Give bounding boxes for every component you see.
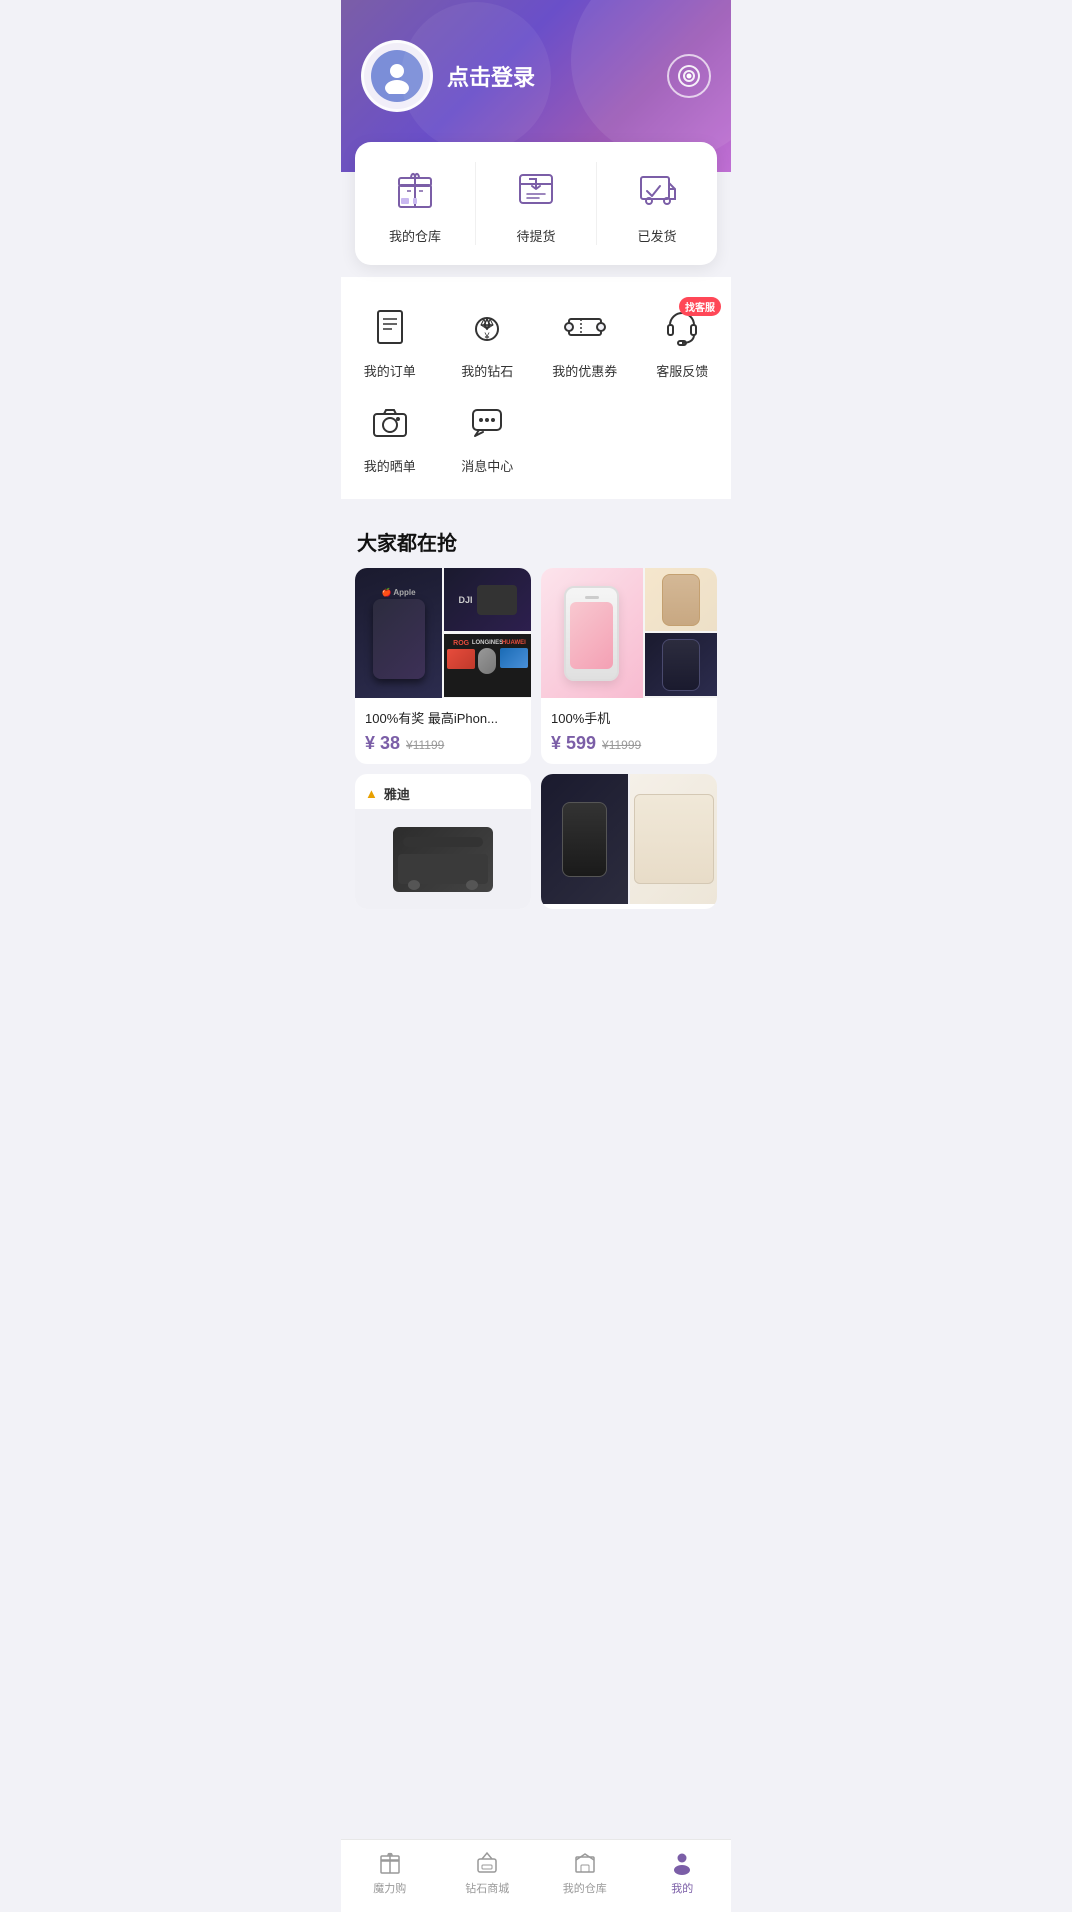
menu-orders-label: 我的订单 (364, 361, 416, 380)
product-grid: 🍎 Apple DJI ROG (341, 568, 731, 923)
menu-showoff-label: 我的晒单 (364, 456, 416, 475)
menu-section: 我的订单 ¥ 我的钻石 (341, 277, 731, 499)
product-1-sub-image-1: DJI (444, 568, 531, 631)
menu-showoff[interactable]: 我的晒单 (341, 396, 439, 475)
quick-warehouse-label: 我的仓库 (389, 226, 441, 245)
service-badge: 找客服 (679, 297, 721, 316)
yadi-brand-icon: ▲ (365, 786, 378, 801)
product-1-sub-image-2: ROG LONGINES HUAWEI (444, 634, 531, 697)
chat-icon (461, 396, 513, 448)
menu-coupon[interactable]: 我的优惠券 (536, 301, 634, 380)
quick-shipped-label: 已发货 (637, 226, 676, 245)
menu-orders[interactable]: 我的订单 (341, 301, 439, 380)
product-card-2[interactable]: 100%手机 ¥ 599 ¥11999 (541, 568, 717, 764)
product-card-yadi[interactable]: ▲ 雅迪 (355, 774, 531, 909)
diamond-icon: ¥ (461, 301, 513, 353)
phones-product-images (541, 774, 717, 904)
hot-section-title: 大家都在抢 (341, 511, 731, 568)
quick-pending-label: 待提货 (516, 226, 555, 245)
login-text[interactable]: 点击登录 (447, 60, 535, 92)
settings-button[interactable] (667, 54, 711, 98)
product-2-sub-image-1 (645, 568, 718, 631)
user-profile-area[interactable]: 点击登录 (361, 40, 535, 112)
product-card-phones[interactable] (541, 774, 717, 909)
menu-message-label: 消息中心 (461, 456, 513, 475)
tab-magic-label: 魔力购 (373, 1880, 406, 1896)
tab-magic[interactable]: 魔力购 (341, 1848, 439, 1896)
person-tab-icon (668, 1848, 696, 1876)
tab-diamond-mall[interactable]: 钻石商城 (439, 1848, 537, 1896)
product-1-price: ¥ 38 (365, 733, 400, 754)
menu-service[interactable]: 找客服 客服反馈 (634, 301, 732, 380)
order-icon (364, 301, 416, 353)
quick-shipped[interactable]: 已发货 (596, 162, 717, 245)
svg-text:¥: ¥ (484, 331, 491, 341)
coupon-icon (559, 301, 611, 353)
gift-icon (388, 162, 442, 216)
product-2-sub-image-2 (645, 633, 718, 696)
product-1-original-price: ¥11199 (406, 738, 444, 752)
product-2-title: 100%手机 (551, 708, 707, 727)
product-2-main-image (541, 568, 643, 698)
quick-pending[interactable]: 待提货 (475, 162, 596, 245)
yadi-brand-label: 雅迪 (384, 784, 410, 803)
quick-warehouse[interactable]: 我的仓库 (355, 162, 475, 245)
quick-actions-card: 我的仓库 待提货 (355, 142, 717, 265)
menu-service-label: 客服反馈 (656, 361, 708, 380)
product-1-title: 100%有奖 最高iPhon... (365, 708, 521, 727)
warehouse-tab-icon (571, 1848, 599, 1876)
menu-diamond[interactable]: ¥ 我的钻石 (439, 301, 537, 380)
avatar[interactable] (361, 40, 433, 112)
shipped-icon (630, 162, 684, 216)
yadi-product-image (355, 809, 531, 909)
product-2-original-price: ¥11999 (602, 738, 641, 752)
menu-message[interactable]: 消息中心 (439, 396, 537, 475)
menu-coupon-label: 我的优惠券 (552, 361, 617, 380)
menu-diamond-label: 我的钻石 (461, 361, 513, 380)
camera-icon (364, 396, 416, 448)
box-arrow-icon (509, 162, 563, 216)
tab-mine[interactable]: 我的 (634, 1848, 732, 1896)
product-1-main-image: 🍎 Apple (355, 568, 442, 698)
tab-warehouse[interactable]: 我的仓库 (536, 1848, 634, 1896)
product-2-price: ¥ 599 (551, 733, 596, 754)
tab-bar: 魔力购 钻石商城 我的仓库 我的 (341, 1839, 731, 1912)
product-card-1[interactable]: 🍎 Apple DJI ROG (355, 568, 531, 764)
tab-warehouse-label: 我的仓库 (563, 1880, 607, 1896)
diamond-tab-icon (473, 1848, 501, 1876)
tab-mine-label: 我的 (671, 1880, 693, 1896)
tab-diamond-mall-label: 钻石商城 (465, 1880, 509, 1896)
gift-tab-icon (376, 1848, 404, 1876)
